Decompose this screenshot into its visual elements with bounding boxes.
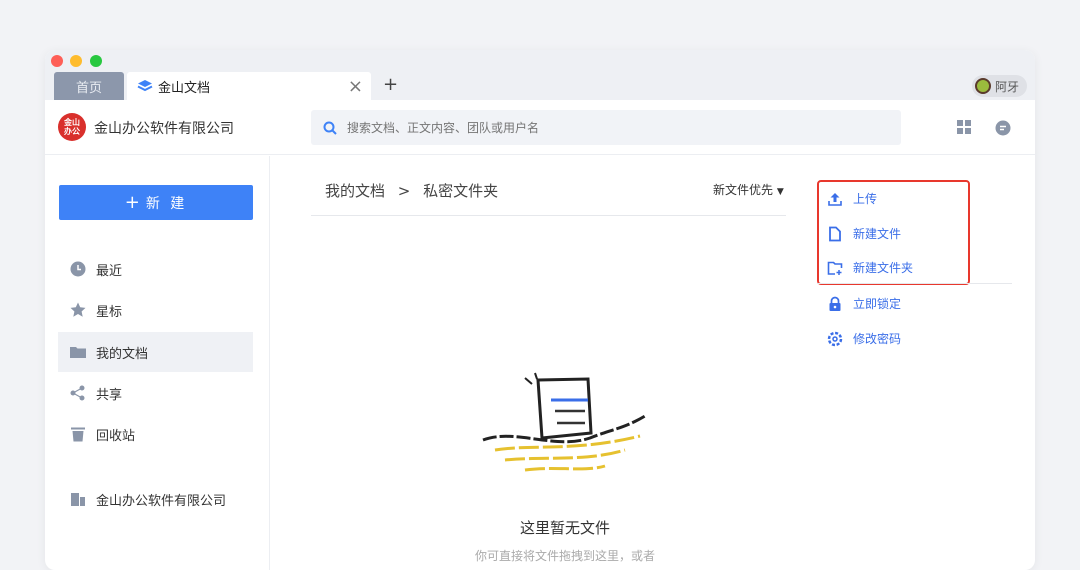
- header: 金山 办公 金山办公软件有限公司: [45, 100, 1035, 155]
- sidebar-item-team[interactable]: 金山办公软件有限公司: [58, 479, 253, 519]
- sidebar-item-label: 共享: [96, 387, 123, 403]
- sidebar: + 新 建 最近 星标 我的文档 共享 回收站 金山办公软件有限公司: [45, 156, 270, 570]
- close-window-button[interactable]: [51, 55, 63, 67]
- plus-icon: +: [124, 192, 140, 213]
- sort-label: 新文件优先: [713, 183, 774, 197]
- new-button[interactable]: + 新 建: [59, 185, 253, 220]
- sidebar-item-my-docs[interactable]: 我的文档: [58, 332, 253, 372]
- minimize-window-button[interactable]: [70, 55, 82, 67]
- breadcrumb: 我的文档 > 私密文件夹: [325, 180, 498, 201]
- tab-title: 金山文档: [158, 80, 211, 96]
- star-icon: [70, 302, 86, 317]
- close-tab-icon[interactable]: ×: [348, 76, 363, 97]
- user-name: 阿牙: [994, 79, 1019, 94]
- sidebar-item-recent[interactable]: 最近: [58, 249, 253, 289]
- breadcrumb-my-docs[interactable]: 我的文档: [325, 182, 385, 200]
- layers-icon: [137, 80, 153, 92]
- avatar: [974, 78, 991, 94]
- empty-state-illustration: [482, 372, 646, 472]
- sidebar-item-trash[interactable]: 回收站: [58, 414, 253, 454]
- menu-label: 新建文件夹: [853, 261, 914, 275]
- divider: [311, 215, 786, 216]
- tab-bar: 首页 金山文档 × + 阿牙: [45, 50, 1035, 100]
- sidebar-item-label: 我的文档: [96, 346, 149, 362]
- change-password-button[interactable]: 修改密码: [827, 330, 901, 347]
- caret-down-icon: ▼: [776, 187, 784, 197]
- sort-dropdown[interactable]: 新文件优先 ▼: [713, 181, 784, 198]
- sidebar-item-label: 最近: [96, 263, 123, 279]
- message-icon[interactable]: [995, 120, 1011, 136]
- upload-icon: [828, 192, 842, 206]
- new-folder-icon: [827, 261, 843, 275]
- company-logo: 金山 办公: [58, 113, 86, 141]
- menu-label: 上传: [853, 192, 878, 206]
- search-icon: [323, 121, 337, 135]
- new-tab-button[interactable]: +: [383, 74, 398, 95]
- menu-divider: [817, 283, 1012, 284]
- breadcrumb-private-folder: 私密文件夹: [423, 182, 499, 200]
- sidebar-item-label: 金山办公软件有限公司: [96, 493, 227, 509]
- file-icon: [829, 226, 841, 241]
- menu-label: 修改密码: [853, 332, 902, 346]
- company-name: 金山办公软件有限公司: [94, 121, 234, 137]
- empty-state-title: 这里暂无文件: [519, 519, 610, 537]
- new-folder-button[interactable]: 新建文件夹: [827, 259, 913, 276]
- tab-jinshan-docs[interactable]: 金山文档 ×: [127, 72, 371, 100]
- new-file-button[interactable]: 新建文件: [827, 225, 901, 242]
- building-icon: [71, 493, 85, 506]
- new-button-label: 新 建: [145, 195, 188, 212]
- lock-now-button[interactable]: 立即锁定: [827, 295, 901, 312]
- trash-icon: [71, 427, 85, 442]
- sidebar-item-shared[interactable]: 共享: [58, 373, 253, 413]
- sidebar-item-starred[interactable]: 星标: [58, 290, 253, 330]
- search-input[interactable]: [347, 120, 847, 135]
- tab-home[interactable]: 首页: [54, 72, 124, 100]
- share-icon: [70, 385, 85, 401]
- search-bar[interactable]: [311, 110, 901, 145]
- sidebar-item-label: 回收站: [96, 428, 136, 444]
- breadcrumb-separator: >: [397, 182, 411, 200]
- sidebar-item-label: 星标: [96, 304, 123, 320]
- user-menu[interactable]: 阿牙: [971, 75, 1027, 97]
- apps-grid-icon[interactable]: [957, 120, 971, 134]
- menu-label: 立即锁定: [853, 297, 902, 311]
- maximize-window-button[interactable]: [90, 55, 102, 67]
- clock-icon: [70, 261, 86, 277]
- settings-icon: [827, 331, 843, 346]
- lock-icon: [829, 296, 841, 311]
- folder-icon: [70, 347, 86, 358]
- menu-label: 新建文件: [853, 227, 902, 241]
- app-window: 首页 金山文档 × + 阿牙 金山办公 金山办公软件有限公司 + 新 建 最近 星…: [45, 50, 1035, 570]
- upload-button[interactable]: 上传: [827, 190, 877, 207]
